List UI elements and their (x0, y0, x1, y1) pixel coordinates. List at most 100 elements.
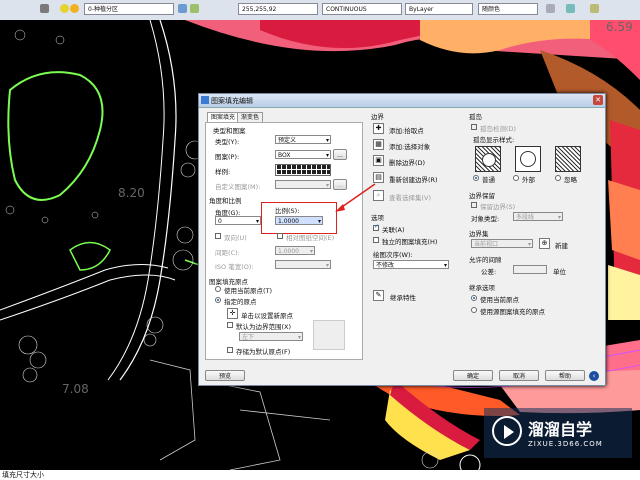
dialog-titlebar[interactable]: 图案填充编辑 ✕ (199, 94, 605, 108)
pattern-label: 图案(P): (215, 153, 240, 161)
app-icon (201, 96, 209, 104)
recreate-boundary-icon[interactable]: ▤ (373, 172, 384, 183)
hatch-edit-dialog: 图案填充编辑 ✕ 图案填充 渐变色 类型和图案 类型(Y): 预定义 图案(P)… (198, 93, 606, 386)
watermark-title: 溜溜自学 (528, 420, 593, 439)
island-normal-radio[interactable] (473, 175, 479, 181)
remove-boundary-icon[interactable]: ▣ (373, 155, 384, 166)
command-line[interactable]: 填充尺寸大小 (0, 470, 640, 480)
sun-icon[interactable] (70, 4, 79, 13)
remove-boundary-label[interactable]: 删除边界(D) (389, 157, 425, 167)
separate-hatches-label: 独立的图案填充(H) (382, 238, 438, 246)
separate-hatches-checkbox[interactable] (373, 237, 379, 243)
pattern-browse-button[interactable]: ... (333, 149, 347, 160)
set-origin-icon[interactable]: ✛ (227, 308, 238, 319)
gap-tolerance-title: 允许的间隙 (469, 256, 502, 264)
layer-state-icon[interactable] (40, 4, 49, 13)
color-dropdown[interactable]: 255,255,92 (238, 3, 318, 15)
iso-pen-dropdown[interactable] (275, 260, 331, 269)
play-logo-icon (492, 416, 522, 446)
print-icon[interactable] (566, 4, 575, 13)
angle-dropdown[interactable]: 0 (215, 216, 261, 225)
elevation-label: 6.59 (606, 20, 633, 34)
pick-points-icon[interactable]: ✚ (373, 123, 384, 134)
new-boundary-set-icon[interactable]: ⊕ (539, 238, 550, 249)
boundary-title: 边界 (371, 113, 384, 121)
spacing-input[interactable]: 1.0000 (275, 246, 315, 255)
island-ignore-radio[interactable] (555, 175, 561, 181)
island-detect-checkbox[interactable] (471, 124, 477, 130)
relative-paper-label: 相对图纸空间(E) (286, 234, 335, 242)
retain-boundary-checkbox[interactable] (471, 202, 477, 208)
associative-checkbox[interactable]: ✓ (373, 223, 379, 231)
pattern-swatch[interactable] (275, 164, 331, 176)
island-normal-preview[interactable] (475, 146, 501, 172)
double-checkbox[interactable] (215, 233, 221, 239)
tolerance-input[interactable]: 0 (513, 265, 547, 274)
click-set-origin-label: 单击以设置新原点 (241, 312, 293, 320)
use-current-origin-label: 使用当前原点(T) (224, 287, 273, 295)
recreate-boundary-label[interactable]: 重新创建边界(R) (389, 174, 438, 184)
more-options-icon[interactable]: ‹ (589, 371, 599, 381)
layer-properties-icon[interactable] (178, 4, 187, 13)
plotstyle-icon[interactable] (546, 4, 555, 13)
preview-icon[interactable] (590, 4, 599, 13)
islands-title: 孤岛 (469, 113, 482, 121)
default-boundary-label: 默认为边界范围(X) (236, 323, 292, 331)
relative-paper-checkbox[interactable] (277, 233, 283, 239)
lineweight-dropdown[interactable]: ByLayer (405, 3, 473, 15)
inherit-properties-icon[interactable]: ✎ (373, 290, 384, 301)
type-label: 类型(Y): (215, 138, 240, 146)
double-label: 双向(U) (224, 234, 247, 242)
plotstyle-dropdown[interactable]: 随颜色 (478, 3, 538, 15)
add-select-label[interactable]: 添加:选择对象 (389, 141, 430, 151)
elevation-label: 7.08 (62, 382, 89, 396)
island-outer-radio[interactable] (513, 175, 519, 181)
lightbulb-icon[interactable] (60, 4, 69, 13)
retain-boundary-label: 保留边界(S) (480, 203, 516, 211)
specified-origin-radio[interactable] (215, 297, 221, 303)
cancel-button[interactable]: 取消 (499, 370, 539, 381)
spacing-label: 间距(C): (215, 249, 240, 257)
use-current-origin-radio[interactable] (215, 286, 221, 292)
retain-boundary-title: 边界保留 (469, 192, 495, 200)
island-outer-preview[interactable] (515, 146, 541, 172)
draw-order-dropdown[interactable]: 不修改 (373, 260, 449, 269)
default-boundary-checkbox[interactable] (227, 322, 233, 328)
layer-previous-icon[interactable] (190, 4, 199, 13)
use-source-origin-radio[interactable] (471, 307, 477, 313)
store-default-label: 存储为默认原点(F) (236, 348, 291, 356)
tolerance-label: 公差: (481, 268, 497, 276)
view-selection-label[interactable]: 查看选择集(V) (389, 192, 431, 202)
add-pick-label[interactable]: 添加:拾取点 (389, 125, 424, 135)
watermark: 溜溜自学 ZIXUE.3D66.COM (484, 408, 632, 458)
island-normal-label: 普通 (482, 176, 495, 184)
object-type-dropdown[interactable]: 多段线 (513, 212, 563, 221)
default-position-dropdown[interactable]: 左下 (239, 332, 303, 341)
help-button[interactable]: 帮助 (545, 370, 585, 381)
boundary-set-dropdown[interactable]: 当前视口 (471, 239, 533, 248)
store-default-checkbox[interactable] (227, 347, 233, 353)
options-title: 选项 (371, 214, 384, 222)
ok-button[interactable]: 确定 (453, 370, 493, 381)
inherit-properties-label[interactable]: 继承特性 (390, 292, 416, 302)
view-selection-icon[interactable]: ⌕ (373, 190, 384, 201)
dialog-title: 图案填充编辑 (211, 97, 253, 105)
use-current-origin2-radio[interactable] (471, 295, 477, 301)
angle-scale-title: 角度和比例 (209, 197, 242, 205)
unit-label: 单位 (553, 268, 566, 276)
pattern-dropdown[interactable]: BOX (275, 150, 331, 159)
preview-button[interactable]: 预览 (205, 370, 245, 381)
type-dropdown[interactable]: 预定义 (275, 135, 331, 144)
use-current-origin2-label: 使用当前原点 (480, 296, 519, 304)
select-objects-icon[interactable]: ▦ (373, 139, 384, 150)
island-ignore-preview[interactable] (555, 146, 581, 172)
custom-pattern-dropdown[interactable] (275, 180, 331, 189)
island-style-label: 孤岛显示样式: (473, 136, 515, 144)
linetype-dropdown[interactable]: CONTINUOUS (322, 3, 402, 15)
type-pattern-title: 类型和图案 (213, 127, 246, 135)
custom-pattern-label: 自定义图案(M): (215, 183, 261, 191)
layer-dropdown[interactable]: 0-种植分区 (84, 3, 174, 15)
close-button[interactable]: ✕ (593, 95, 603, 105)
new-label[interactable]: 新建 (555, 240, 568, 250)
draw-order-label: 绘图次序(W): (373, 251, 413, 259)
